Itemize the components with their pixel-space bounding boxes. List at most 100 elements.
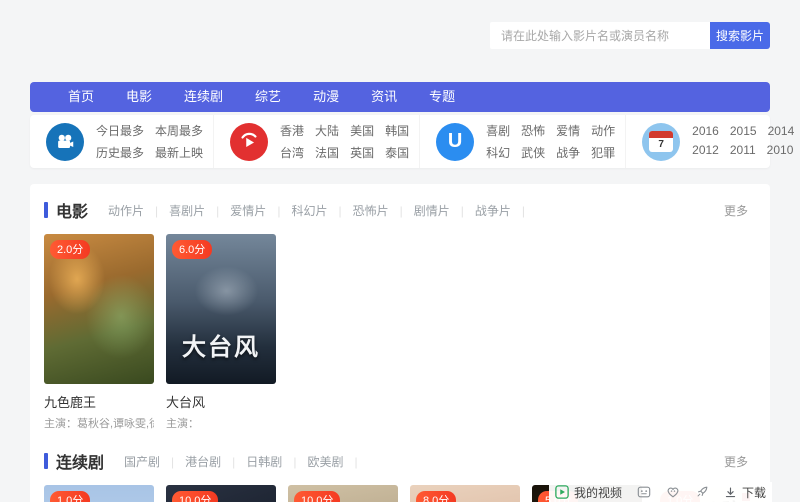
- movie-tab[interactable]: 科幻片: [291, 202, 352, 219]
- score-badge: 8.0分: [416, 491, 456, 502]
- nav-item-home[interactable]: 首页: [52, 82, 110, 112]
- play-circle-icon: [230, 123, 268, 161]
- series-tabs: 国产剧 港台剧 日韩剧 欧美剧: [124, 453, 369, 470]
- filter-group-region: 香港 大陆 美国 韩国 台湾 法国 英国 泰国: [214, 115, 420, 168]
- series-tab[interactable]: 日韩剧: [246, 453, 307, 470]
- filter-link[interactable]: 2012: [692, 143, 719, 160]
- score-badge: 2.0分: [50, 240, 90, 259]
- filter-link[interactable]: 科幻: [486, 144, 510, 161]
- nav-item-anime[interactable]: 动漫: [297, 82, 355, 112]
- filter-link[interactable]: 2014: [768, 124, 795, 138]
- filter-group-year: 7 2016 2015 2014 2013 2012 2011 2010 其他: [626, 115, 800, 168]
- filter-link[interactable]: 战争: [556, 144, 580, 161]
- filter-link[interactable]: 2010: [767, 143, 794, 160]
- filter-panel: 今日最多 本周最多 历史最多 最新上映: [30, 115, 770, 168]
- filter-link[interactable]: 法国: [315, 144, 339, 161]
- filter-link[interactable]: 历史最多: [96, 144, 144, 161]
- heart-face-icon[interactable]: [666, 485, 680, 499]
- series-tab[interactable]: 港台剧: [185, 453, 246, 470]
- nav-item-movies[interactable]: 电影: [110, 82, 168, 112]
- series-card[interactable]: 10.0分: [166, 485, 276, 502]
- movie-cast: 主演：葛秋谷,谭咏雯,徐...: [44, 415, 154, 431]
- u-logo-icon: U: [436, 123, 474, 161]
- score-badge: 6.0分: [172, 240, 212, 259]
- series-poster: 1.0分: [44, 485, 154, 502]
- filter-link[interactable]: 动作: [591, 122, 615, 139]
- movie-title: 九色鹿王: [44, 392, 154, 411]
- series-tab[interactable]: 欧美剧: [307, 453, 368, 470]
- filter-group-genre: U 喜剧 恐怖 爱情 动作 科幻 武侠 战争 犯罪: [420, 115, 626, 168]
- movie-tab[interactable]: 动作片: [108, 202, 169, 219]
- download-button[interactable]: 下载: [724, 484, 766, 501]
- filter-link[interactable]: 犯罪: [591, 144, 615, 161]
- series-section-header: 连续剧 国产剧 港台剧 日韩剧 欧美剧 更多: [40, 449, 760, 473]
- filter-link[interactable]: 今日最多: [96, 122, 144, 139]
- filter-link[interactable]: 大陆: [315, 122, 339, 139]
- filter-link[interactable]: 武侠: [521, 144, 545, 161]
- filter-link[interactable]: 最新上映: [155, 144, 203, 161]
- nav-item-series[interactable]: 连续剧: [168, 82, 239, 112]
- search-box: 搜索影片: [490, 22, 770, 49]
- search-row: 搜索影片: [30, 0, 770, 49]
- filter-link[interactable]: 2016: [692, 124, 719, 138]
- movie-tab[interactable]: 恐怖片: [353, 202, 414, 219]
- filter-link[interactable]: 台湾: [280, 144, 304, 161]
- calendar-icon: 7: [642, 123, 680, 161]
- filter-link[interactable]: 本周最多: [155, 122, 203, 139]
- movies-section-title: 电影: [44, 198, 88, 222]
- filter-link[interactable]: 恐怖: [521, 122, 545, 139]
- filter-link[interactable]: 美国: [350, 122, 374, 139]
- download-icon: [724, 486, 737, 499]
- series-poster: 8.0分: [410, 485, 520, 502]
- movies-more-link[interactable]: 更多: [724, 202, 756, 219]
- filter-link[interactable]: 喜剧: [486, 122, 510, 139]
- score-badge: 1.0分: [50, 491, 90, 502]
- nav-item-topics[interactable]: 专题: [413, 82, 471, 112]
- filter-link[interactable]: 爱情: [556, 122, 580, 139]
- play-video-icon: [555, 485, 569, 499]
- series-poster: 10.0分: [166, 485, 276, 502]
- nav-item-news[interactable]: 资讯: [355, 82, 413, 112]
- score-badge: 10.0分: [172, 491, 218, 502]
- main-nav: 首页 电影 连续剧 综艺 动漫 资讯 专题: [30, 82, 770, 112]
- filter-link[interactable]: 韩国: [385, 122, 409, 139]
- poster-title-text: 大台风: [166, 327, 276, 362]
- filter-link[interactable]: 2015: [730, 124, 757, 138]
- movie-card[interactable]: 6.0分 大台风 大台风 主演：: [166, 234, 276, 431]
- series-card[interactable]: 8.0分: [410, 485, 520, 502]
- search-input[interactable]: [490, 22, 710, 49]
- series-more-link[interactable]: 更多: [724, 453, 756, 470]
- movies-tabs: 动作片 喜剧片 爱情片 科幻片 恐怖片 剧情片 战争片: [108, 202, 536, 219]
- content-panel: 电影 动作片 喜剧片 爱情片 科幻片 恐怖片 剧情片 战争片 更多 2.0分: [30, 184, 770, 502]
- my-videos-button[interactable]: 我的视频: [555, 484, 622, 501]
- movie-tab[interactable]: 爱情片: [230, 202, 291, 219]
- filter-group-rank: 今日最多 本周最多 历史最多 最新上映: [30, 115, 214, 168]
- rocket-icon[interactable]: [695, 485, 709, 499]
- series-card[interactable]: 10.0分: [288, 485, 398, 502]
- series-card[interactable]: 1.0分: [44, 485, 154, 502]
- movie-card[interactable]: 2.0分 九色鹿王 主演：葛秋谷,谭咏雯,徐...: [44, 234, 154, 431]
- filter-link[interactable]: 香港: [280, 122, 304, 139]
- genre-links: 喜剧 恐怖 爱情 动作 科幻 武侠 战争 犯罪: [486, 122, 615, 161]
- rank-links: 今日最多 本周最多 历史最多 最新上映: [96, 122, 203, 161]
- movies-cards-row: 2.0分 九色鹿王 主演：葛秋谷,谭咏雯,徐... 6.0分 大台风 大台风 主…: [40, 234, 760, 431]
- filter-link[interactable]: 泰国: [385, 144, 409, 161]
- movies-section-header: 电影 动作片 喜剧片 爱情片 科幻片 恐怖片 剧情片 战争片 更多: [40, 198, 760, 222]
- movie-camera-icon: [46, 123, 84, 161]
- movie-tab[interactable]: 战争片: [475, 202, 536, 219]
- movie-tab[interactable]: 喜剧片: [169, 202, 230, 219]
- movie-poster: 2.0分: [44, 234, 154, 384]
- score-badge: 10.0分: [294, 491, 340, 502]
- series-poster: 10.0分: [288, 485, 398, 502]
- nav-item-variety[interactable]: 综艺: [239, 82, 297, 112]
- filter-link[interactable]: 2011: [730, 143, 756, 160]
- filter-link[interactable]: 英国: [350, 144, 374, 161]
- sticker-face-icon[interactable]: [637, 485, 651, 499]
- movie-tab[interactable]: 剧情片: [414, 202, 475, 219]
- page: 搜索影片 首页 电影 连续剧 综艺 动漫 资讯 专题: [0, 0, 800, 502]
- series-section-title: 连续剧: [44, 449, 104, 473]
- movie-poster: 6.0分 大台风: [166, 234, 276, 384]
- download-label: 下载: [742, 484, 766, 501]
- search-button[interactable]: 搜索影片: [710, 22, 770, 49]
- series-tab[interactable]: 国产剧: [124, 453, 185, 470]
